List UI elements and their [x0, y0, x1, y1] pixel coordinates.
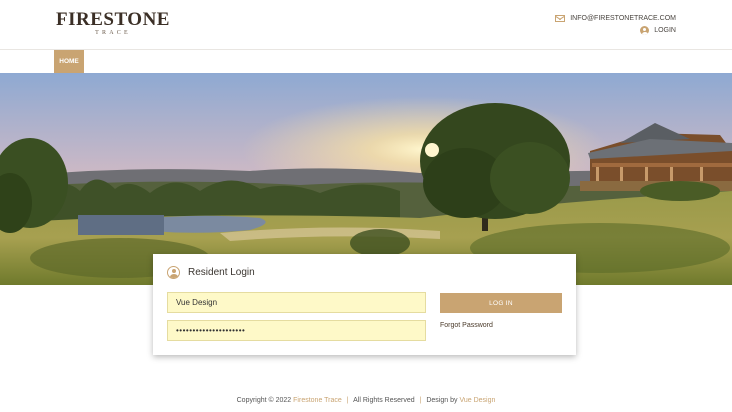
header-login-link[interactable]: LOGIN [555, 25, 676, 36]
header-contact: INFO@FIRESTONETRACE.COM LOGIN [555, 13, 676, 37]
site-footer: Copyright © 2022 Firestone Trace | All R… [0, 397, 732, 404]
footer-site-link[interactable]: Firestone Trace [293, 397, 342, 404]
user-icon [640, 26, 650, 35]
password-input[interactable]: ••••••••••••••••••••• [167, 320, 426, 341]
design-by-text: Design by [426, 397, 458, 404]
forgot-password-link[interactable]: Forgot Password [440, 322, 493, 329]
username-input[interactable]: Vue Design [167, 292, 426, 313]
login-card: Resident Login Vue Design ••••••••••••••… [153, 254, 576, 355]
login-button[interactable]: LOG IN [440, 293, 562, 313]
mail-icon [555, 15, 566, 22]
login-card-header: Resident Login [167, 266, 255, 279]
site-header: FIRESTONE TRACE INFO@FIRESTONETRACE.COM … [0, 0, 732, 50]
header-login-text: LOGIN [654, 27, 676, 34]
email-text: INFO@FIRESTONETRACE.COM [570, 15, 676, 22]
designer-link[interactable]: Vue Design [459, 397, 495, 404]
copyright-text: Copyright © 2022 [236, 397, 292, 404]
site-logo[interactable]: FIRESTONE TRACE [56, 9, 170, 37]
user-icon [167, 266, 180, 279]
login-title: Resident Login [188, 267, 255, 278]
email-link[interactable]: INFO@FIRESTONETRACE.COM [555, 13, 676, 24]
footer-separator: | [419, 397, 422, 404]
footer-separator: | [346, 397, 349, 404]
rights-text: All Rights Reserved [353, 397, 415, 404]
logo-subtitle: TRACE [95, 30, 131, 36]
main-nav: HOME [0, 50, 732, 73]
nav-home[interactable]: HOME [54, 50, 84, 73]
logo-name: FIRESTONE [56, 9, 170, 30]
